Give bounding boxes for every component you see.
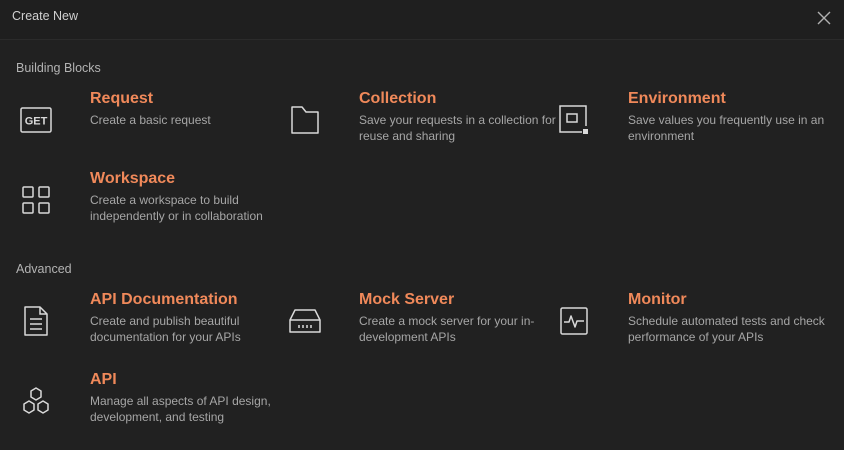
close-icon [817, 11, 831, 25]
create-api-documentation-item[interactable]: API Documentation Create and publish bea… [16, 291, 276, 365]
svg-text:GET: GET [25, 116, 48, 128]
section-title-advanced: Advanced [16, 262, 72, 276]
item-description: Save your requests in a collection for r… [359, 113, 556, 143]
item-description: Create a workspace to build independentl… [90, 193, 263, 223]
item-title: Monitor [628, 291, 687, 308]
create-collection-item[interactable]: Collection Save your requests in a colle… [285, 90, 556, 164]
section-title-building-blocks: Building Blocks [16, 61, 101, 75]
item-description: Create and publish beautiful documentati… [90, 314, 241, 344]
create-environment-item[interactable]: Environment Save values you frequently u… [554, 90, 824, 164]
create-request-item[interactable]: GET Request Create a basic request [16, 90, 276, 164]
item-description: Create a basic request [90, 113, 211, 127]
item-title: Environment [628, 90, 726, 107]
create-mock-server-item[interactable]: Mock Server Create a mock server for you… [285, 291, 545, 365]
close-button[interactable] [812, 6, 836, 30]
get-request-icon: GET [16, 100, 56, 140]
folder-icon [285, 100, 325, 140]
item-description: Save values you frequently use in an env… [628, 113, 825, 143]
create-workspace-item[interactable]: Workspace Create a workspace to build in… [16, 170, 276, 244]
dialog-header: Create New [0, 0, 844, 40]
grid-icon [16, 180, 56, 220]
item-description: Schedule automated tests and check perfo… [628, 314, 825, 344]
item-title: Request [90, 90, 154, 107]
document-icon [16, 301, 56, 341]
item-description: Manage all aspects of API design, develo… [90, 394, 271, 424]
create-api-item[interactable]: API Manage all aspects of API design, de… [16, 371, 276, 445]
server-icon [285, 301, 325, 341]
environment-icon [554, 100, 594, 140]
item-title: Collection [359, 90, 437, 107]
item-title: Mock Server [359, 291, 455, 308]
dialog-title: Create New [12, 9, 78, 23]
item-title: API [90, 371, 117, 388]
item-title: Workspace [90, 170, 176, 187]
api-hexagons-icon [16, 381, 56, 421]
monitor-icon [554, 301, 594, 341]
item-description: Create a mock server for your in-develop… [359, 314, 535, 344]
create-monitor-item[interactable]: Monitor Schedule automated tests and che… [554, 291, 825, 365]
item-title: API Documentation [90, 291, 238, 308]
